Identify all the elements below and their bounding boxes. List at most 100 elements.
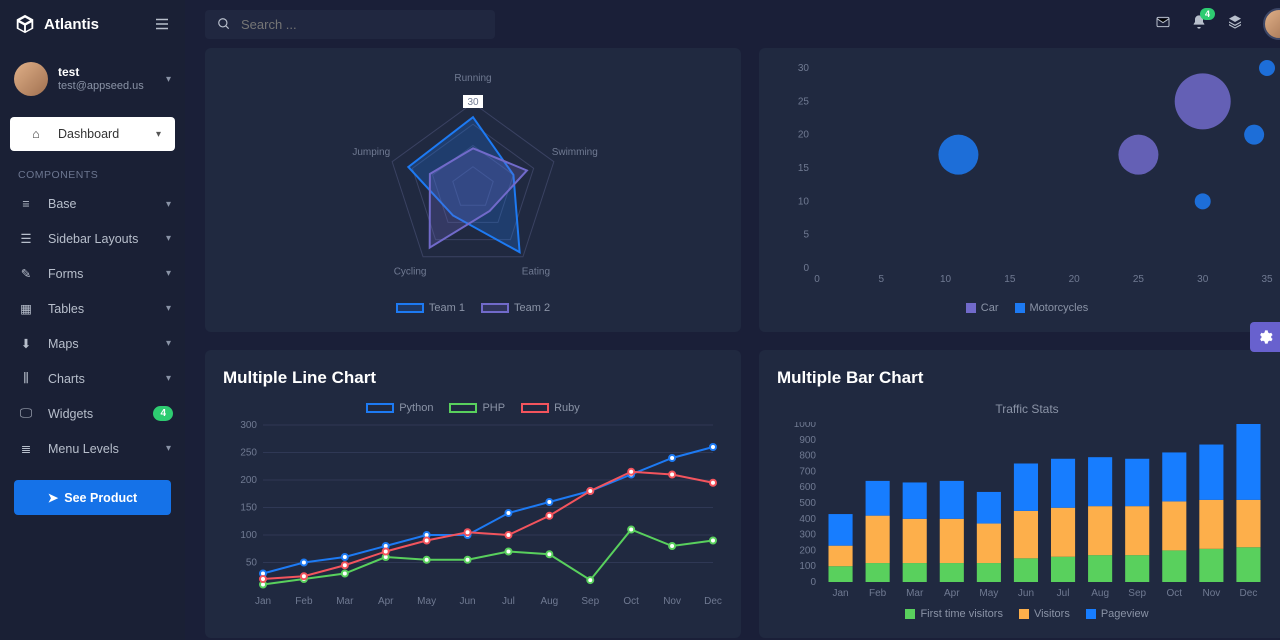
nav-label: Forms <box>48 267 83 281</box>
svg-text:15: 15 <box>1004 274 1016 285</box>
svg-text:Feb: Feb <box>869 588 887 599</box>
svg-text:Aug: Aug <box>540 596 558 607</box>
svg-text:Apr: Apr <box>378 596 394 607</box>
legend-item[interactable]: Car <box>966 302 999 314</box>
nav-label: Maps <box>48 337 79 351</box>
svg-text:Aug: Aug <box>1091 588 1109 599</box>
nav-menu-levels[interactable]: ≣Menu Levels▾ <box>0 431 185 466</box>
topbar-right: 4 <box>1155 8 1280 40</box>
topbar: 4 <box>185 0 1280 48</box>
avatar[interactable] <box>1263 8 1280 40</box>
nav-tables[interactable]: ▦Tables▾ <box>0 291 185 326</box>
nav-label: Tables <box>48 302 84 316</box>
svg-text:Nov: Nov <box>1202 588 1220 599</box>
gear-icon <box>1257 329 1273 345</box>
bar-chart: 01002003004005006007008009001000JanFebMa… <box>777 422 1277 604</box>
layers-icon[interactable] <box>1227 14 1243 35</box>
svg-text:400: 400 <box>799 514 816 525</box>
card-title: Multiple Line Chart <box>223 368 723 388</box>
svg-text:10: 10 <box>798 196 810 207</box>
radar-chart: RunningSwimmingEatingCyclingJumping30 <box>223 58 723 298</box>
legend-item[interactable]: Team 2 <box>481 302 550 314</box>
svg-text:May: May <box>979 588 998 599</box>
svg-text:300: 300 <box>240 420 257 431</box>
svg-text:15: 15 <box>798 163 810 174</box>
bars-icon: ⫼ <box>18 371 34 386</box>
svg-text:Swimming: Swimming <box>552 147 598 158</box>
nav-widgets[interactable]: 🖵Widgets4 <box>0 396 185 431</box>
bell-icon[interactable]: 4 <box>1191 14 1207 35</box>
svg-text:5: 5 <box>803 230 809 241</box>
legend-item[interactable]: Python <box>366 402 433 414</box>
list-icon: ☰ <box>18 231 34 246</box>
nav-label: Sidebar Layouts <box>48 232 138 246</box>
legend-item[interactable]: Pageview <box>1086 608 1149 620</box>
legend-item[interactable]: Ruby <box>521 402 580 414</box>
legend-item[interactable]: First time visitors <box>905 608 1003 620</box>
svg-text:900: 900 <box>799 435 816 446</box>
bubble-chart: 05101520253005101520253035 <box>777 58 1277 298</box>
nav-dashboard[interactable]: ⌂ Dashboard ▾ <box>10 117 175 151</box>
card-title: Multiple Bar Chart <box>777 368 1277 388</box>
svg-text:Nov: Nov <box>663 596 681 607</box>
svg-text:Oct: Oct <box>623 596 639 607</box>
svg-text:800: 800 <box>799 451 816 462</box>
line-chart-card: Multiple Line Chart Python PHP Ruby 5010… <box>205 350 741 638</box>
see-product-button[interactable]: ➤ See Product <box>14 480 171 515</box>
svg-text:200: 200 <box>240 475 257 486</box>
svg-text:700: 700 <box>799 466 816 477</box>
nav-label: Dashboard <box>58 127 119 141</box>
chevron-down-icon: ▾ <box>166 443 171 454</box>
svg-text:300: 300 <box>799 530 816 541</box>
user-name: test <box>58 65 144 79</box>
svg-text:Dec: Dec <box>1240 588 1258 599</box>
chevron-down-icon: ▾ <box>166 303 171 314</box>
svg-text:35: 35 <box>1261 274 1273 285</box>
legend-item[interactable]: PHP <box>449 402 505 414</box>
svg-text:20: 20 <box>798 130 810 141</box>
svg-text:Mar: Mar <box>336 596 354 607</box>
svg-text:100: 100 <box>240 530 257 541</box>
svg-text:Sep: Sep <box>581 596 599 607</box>
svg-text:Jumping: Jumping <box>352 147 390 158</box>
svg-text:30: 30 <box>1197 274 1209 285</box>
nav-sidebar-layouts[interactable]: ☰ Sidebar Layouts ▾ <box>0 221 185 256</box>
svg-text:5: 5 <box>879 274 885 285</box>
app-logo[interactable]: Atlantis <box>14 13 99 35</box>
svg-text:1000: 1000 <box>794 422 817 430</box>
svg-text:Oct: Oct <box>1167 588 1183 599</box>
svg-text:Running: Running <box>454 73 491 84</box>
svg-text:100: 100 <box>799 561 816 572</box>
svg-text:Dec: Dec <box>704 596 722 607</box>
user-card[interactable]: test test@appseed.us ▾ <box>0 48 185 111</box>
notif-badge: 4 <box>1200 8 1215 20</box>
legend-item[interactable]: Visitors <box>1019 608 1070 620</box>
legend-item[interactable]: Motorcycles <box>1015 302 1089 314</box>
legend-item[interactable]: Team 1 <box>396 302 465 314</box>
line-chart: 50100150200250300JanFebMarAprMayJunJulAu… <box>223 420 723 620</box>
nav-forms[interactable]: ✎Forms▾ <box>0 256 185 291</box>
bar-chart-card: Multiple Bar Chart Traffic Stats 0100200… <box>759 350 1280 638</box>
bar-legend: First time visitors Visitors Pageview <box>777 608 1277 620</box>
nav-label: Menu Levels <box>48 442 119 456</box>
svg-text:200: 200 <box>799 545 816 556</box>
search-box[interactable] <box>205 10 495 39</box>
svg-text:Sep: Sep <box>1128 588 1146 599</box>
nav-maps[interactable]: ⬇Maps▾ <box>0 326 185 361</box>
svg-text:Jul: Jul <box>502 596 515 607</box>
main: 4 RunningSwimmingEatingCyclingJumping30 … <box>185 0 1280 640</box>
svg-text:Mar: Mar <box>906 588 924 599</box>
svg-text:Feb: Feb <box>295 596 313 607</box>
chevron-down-icon: ▾ <box>166 233 171 244</box>
layers-icon: ≡ <box>18 197 34 211</box>
mail-icon[interactable] <box>1155 14 1171 35</box>
search-input[interactable] <box>241 17 483 32</box>
nav-base[interactable]: ≡Base▾ <box>0 187 185 221</box>
settings-gear-button[interactable] <box>1250 322 1280 352</box>
radar-legend: Team 1 Team 2 <box>223 302 723 314</box>
chevron-down-icon: ▾ <box>166 74 171 85</box>
svg-text:Jul: Jul <box>1057 588 1070 599</box>
nav-charts[interactable]: ⫼Charts▾ <box>0 361 185 396</box>
hamburger-icon[interactable] <box>153 15 171 33</box>
chevron-down-icon: ▾ <box>166 199 171 210</box>
